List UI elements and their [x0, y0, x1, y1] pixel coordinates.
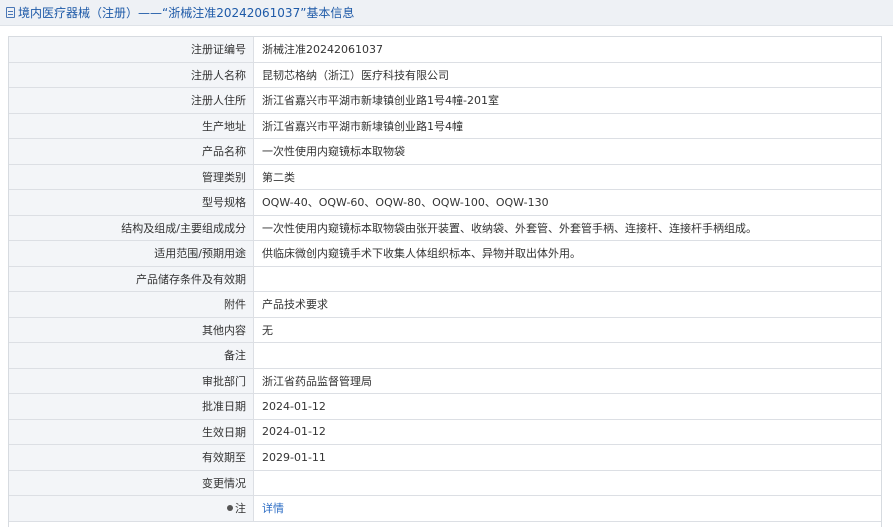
row-label: 审批部门: [9, 368, 254, 394]
row-label: 生产地址: [9, 113, 254, 139]
row-label: 其他内容: [9, 317, 254, 343]
row-label: 有效期至: [9, 444, 254, 471]
row-value: OQW-40、OQW-60、OQW-80、OQW-100、OQW-130: [253, 189, 881, 216]
row-label: 注册证编号: [9, 37, 254, 63]
row-label: 附件: [9, 291, 254, 318]
table-row: 变更情况: [9, 470, 881, 496]
row-value: [253, 266, 881, 292]
row-value: 一次性使用内窥镜标本取物袋由张开装置、收纳袋、外套管、外套管手柄、连接杆、连接杆…: [253, 215, 881, 241]
table-row: 生产地址 浙江省嘉兴市平湖市新埭镇创业路1号4幢: [9, 113, 881, 139]
row-label: 管理类别: [9, 164, 254, 190]
table-row: 管理类别 第二类: [9, 164, 881, 190]
table-row: 产品名称 一次性使用内窥镜标本取物袋: [9, 138, 881, 165]
page-title: 境内医疗器械（注册）——“浙械注准20242061037”基本信息: [18, 6, 355, 20]
note-row: 注 详情: [9, 495, 881, 522]
row-label: 适用范围/预期用途: [9, 240, 254, 267]
row-value: 供临床微创内窥镜手术下收集人体组织标本、异物并取出体外用。: [253, 240, 881, 267]
note-label-cell: 注: [9, 495, 254, 522]
row-label: 生效日期: [9, 419, 254, 445]
table-row: 生效日期 2024-01-12: [9, 419, 881, 445]
row-label: 变更情况: [9, 470, 254, 496]
row-value: 昆韧芯格纳（浙江）医疗科技有限公司: [253, 62, 881, 88]
row-value: [253, 342, 881, 369]
table-row: 批准日期 2024-01-12: [9, 393, 881, 420]
row-value: 2029-01-11: [253, 444, 881, 471]
table-row: 型号规格 OQW-40、OQW-60、OQW-80、OQW-100、OQW-130: [9, 189, 881, 216]
row-label: 注册人住所: [9, 87, 254, 114]
row-label: 型号规格: [9, 189, 254, 216]
note-label: 注: [235, 502, 246, 516]
page-header: 境内医疗器械（注册）——“浙械注准20242061037”基本信息: [0, 0, 893, 26]
table-row: 适用范围/预期用途 供临床微创内窥镜手术下收集人体组织标本、异物并取出体外用。: [9, 240, 881, 267]
info-panel: 注册证编号 浙械注准20242061037 注册人名称 昆韧芯格纳（浙江）医疗科技有…: [8, 36, 882, 527]
document-icon: [6, 7, 15, 18]
row-label: 结构及组成/主要组成成分: [9, 215, 254, 241]
table-row: 产品储存条件及有效期: [9, 266, 881, 292]
table-row: 注册人住所 浙江省嘉兴市平湖市新埭镇创业路1号4幢-201室: [9, 87, 881, 114]
table-row: 审批部门 浙江省药品监督管理局: [9, 368, 881, 394]
details-link[interactable]: 详情: [262, 502, 284, 515]
row-label: 备注: [9, 342, 254, 369]
row-value: 2024-01-12: [253, 393, 881, 420]
table-row: 附件 产品技术要求: [9, 291, 881, 318]
note-value-cell: 详情: [253, 495, 881, 522]
row-value: 浙江省嘉兴市平湖市新埭镇创业路1号4幢: [253, 113, 881, 139]
table-row: 有效期至 2029-01-11: [9, 444, 881, 471]
row-value: 浙江省药品监督管理局: [253, 368, 881, 394]
table-row: 注册证编号 浙械注准20242061037: [9, 37, 881, 63]
pin-icon: [227, 505, 233, 512]
row-value: 一次性使用内窥镜标本取物袋: [253, 138, 881, 165]
row-value: 第二类: [253, 164, 881, 190]
row-label: 产品储存条件及有效期: [9, 266, 254, 292]
row-label: 产品名称: [9, 138, 254, 165]
row-value: [253, 470, 881, 496]
row-value: 无: [253, 317, 881, 343]
row-value: 浙江省嘉兴市平湖市新埭镇创业路1号4幢-201室: [253, 87, 881, 114]
row-label: 批准日期: [9, 393, 254, 420]
table-row: 备注: [9, 342, 881, 369]
table-row: 结构及组成/主要组成成分 一次性使用内窥镜标本取物袋由张开装置、收纳袋、外套管、外…: [9, 215, 881, 241]
table-row: 注册人名称 昆韧芯格纳（浙江）医疗科技有限公司: [9, 62, 881, 88]
info-table: 注册证编号 浙械注准20242061037 注册人名称 昆韧芯格纳（浙江）医疗科技有…: [9, 37, 881, 522]
row-value: 2024-01-12: [253, 419, 881, 445]
row-value: 产品技术要求: [253, 291, 881, 318]
table-row: 其他内容无: [9, 317, 881, 343]
row-value: 浙械注准20242061037: [253, 37, 881, 63]
row-label: 注册人名称: [9, 62, 254, 88]
